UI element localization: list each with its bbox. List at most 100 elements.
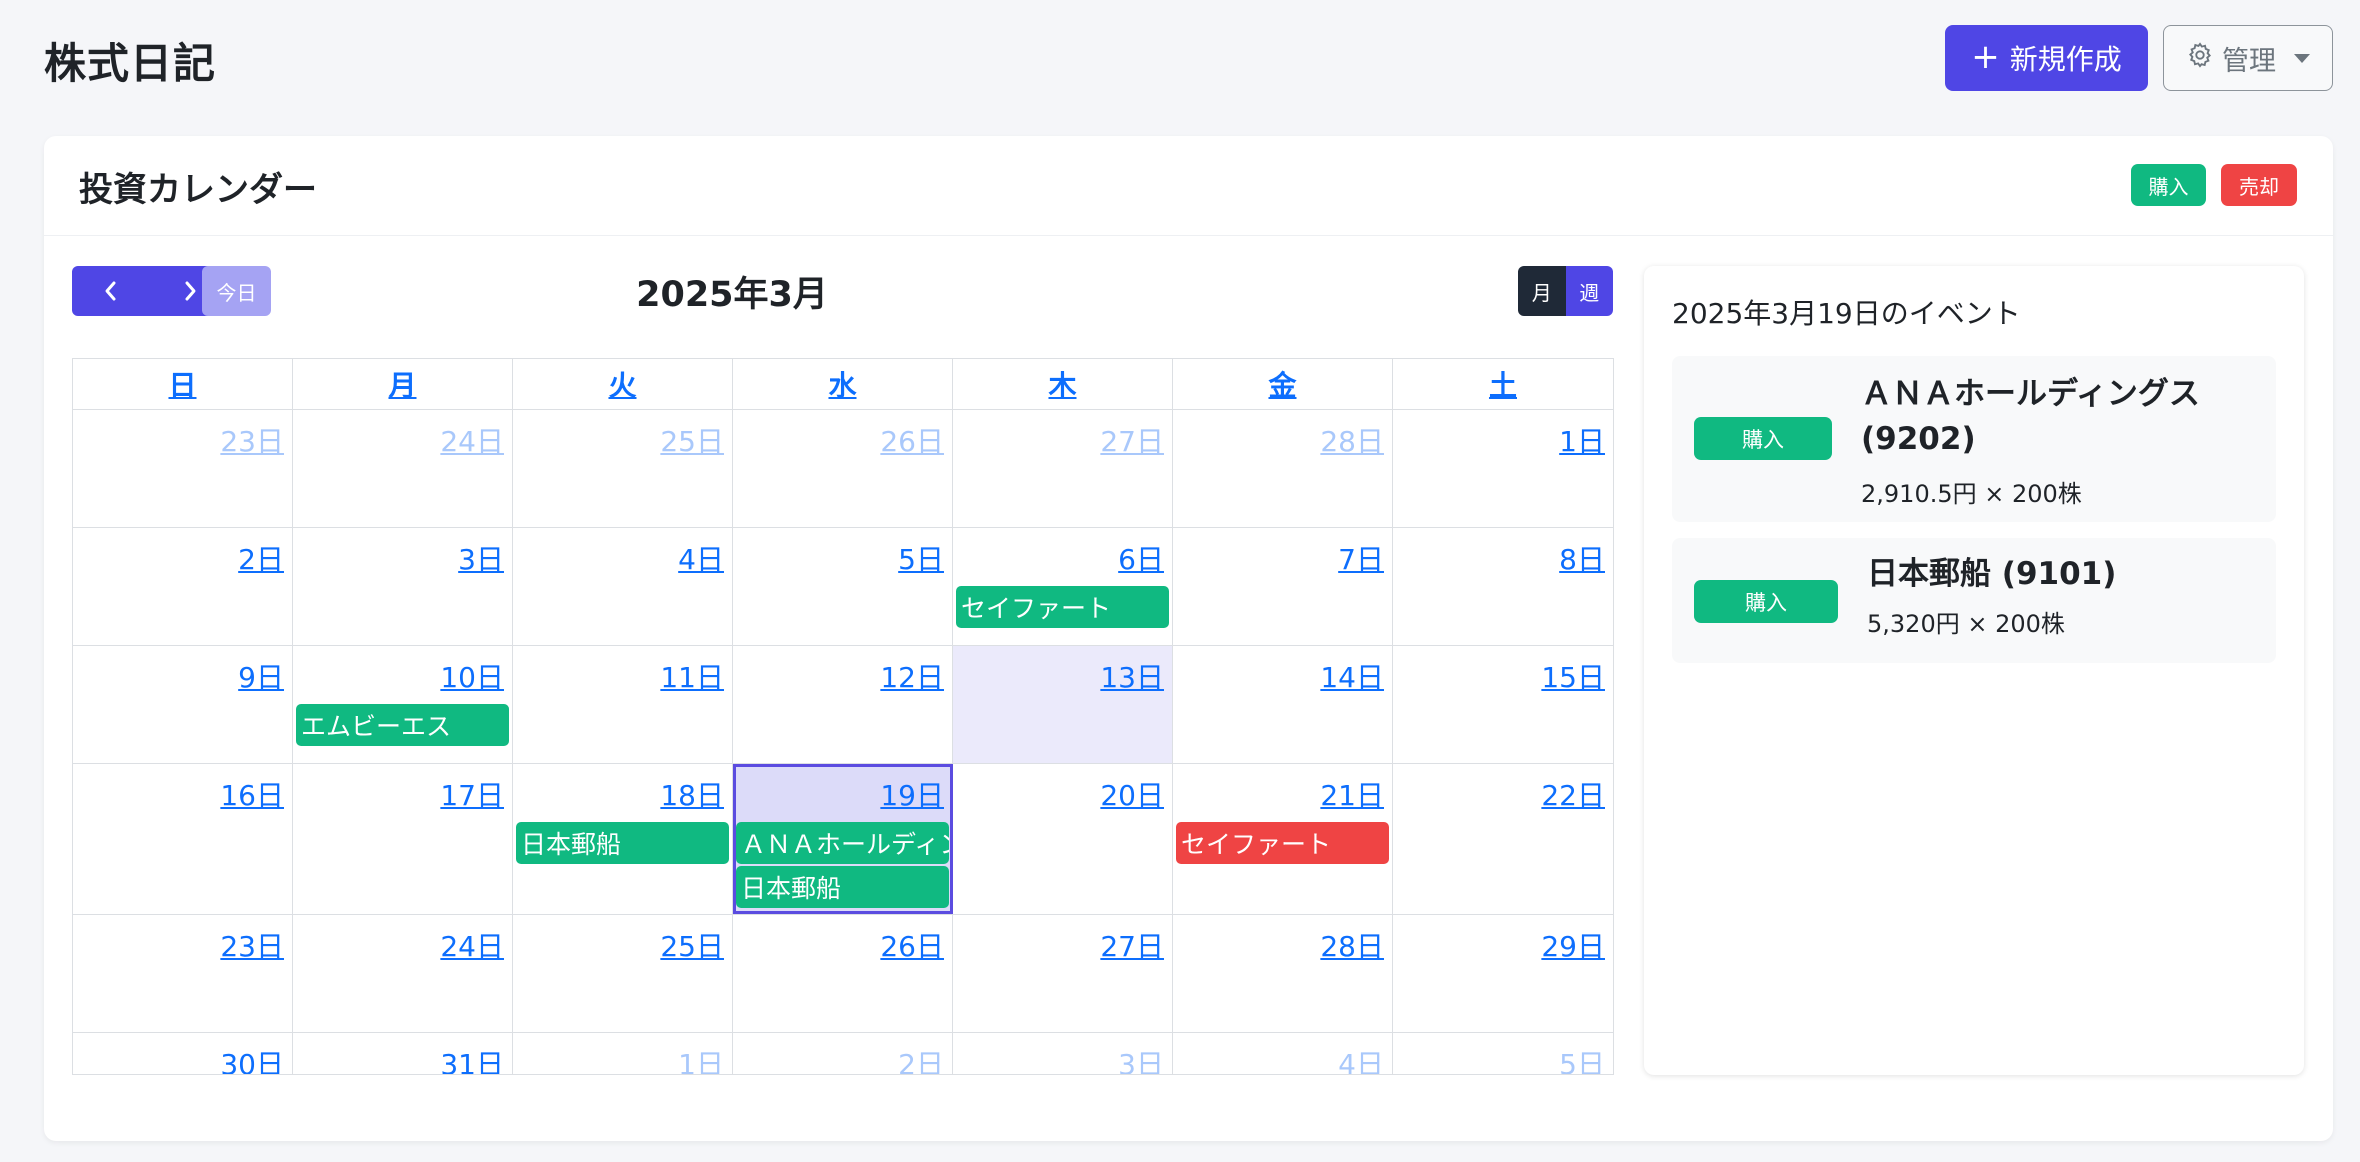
calendar-day-cell[interactable]: 27日 xyxy=(953,410,1173,527)
buy-event-chip[interactable]: 日本郵船 xyxy=(516,822,729,864)
day-number-link[interactable]: 5日 xyxy=(898,538,944,578)
day-number-link[interactable]: 30日 xyxy=(220,1043,284,1074)
calendar-day-cell[interactable]: 29日 xyxy=(1393,915,1613,1032)
day-number-link[interactable]: 25日 xyxy=(660,420,724,460)
calendar-day-cell[interactable]: 16日 xyxy=(73,764,293,914)
weekday-sat[interactable]: 土 xyxy=(1393,359,1613,409)
calendar-day-cell-selected[interactable]: 19日 ＡＮＡホールディングス日本郵船 xyxy=(733,764,953,914)
today-button[interactable]: 今日 xyxy=(202,266,271,316)
day-number-link[interactable]: 28日 xyxy=(1320,420,1384,460)
day-number-link[interactable]: 6日 xyxy=(1118,538,1164,578)
calendar-day-cell[interactable]: 28日 xyxy=(1173,915,1393,1032)
buy-event-chip[interactable]: 日本郵船 xyxy=(736,866,949,908)
day-number-link[interactable]: 3日 xyxy=(458,538,504,578)
day-number-link[interactable]: 26日 xyxy=(880,420,944,460)
calendar-day-cell[interactable]: 1日 xyxy=(513,1033,733,1074)
day-number-link[interactable]: 28日 xyxy=(1320,925,1384,965)
day-number-link[interactable]: 20日 xyxy=(1100,774,1164,814)
calendar-day-cell[interactable]: 23日 xyxy=(73,915,293,1032)
day-number-link[interactable]: 13日 xyxy=(1100,656,1164,696)
weekday-wed[interactable]: 水 xyxy=(733,359,953,409)
day-number-link[interactable]: 27日 xyxy=(1100,925,1164,965)
day-number-link[interactable]: 5日 xyxy=(1559,1043,1605,1074)
day-number-link[interactable]: 23日 xyxy=(220,420,284,460)
day-number-link[interactable]: 8日 xyxy=(1559,538,1605,578)
day-number-link[interactable]: 11日 xyxy=(660,656,724,696)
calendar-day-cell[interactable]: 22日 xyxy=(1393,764,1613,914)
calendar-day-cell[interactable]: 27日 xyxy=(953,915,1173,1032)
calendar-day-cell[interactable]: 12日 xyxy=(733,646,953,763)
calendar-day-cell[interactable]: 8日 xyxy=(1393,528,1613,645)
day-number-link[interactable]: 21日 xyxy=(1320,774,1384,814)
calendar-day-cell[interactable]: 4日 xyxy=(513,528,733,645)
calendar-day-cell[interactable]: 21日セイファート xyxy=(1173,764,1393,914)
new-entry-button[interactable]: + 新規作成 xyxy=(1945,25,2148,91)
day-number-link[interactable]: 2日 xyxy=(238,538,284,578)
admin-dropdown-button[interactable]: 管理 xyxy=(2163,25,2333,91)
month-view-button[interactable]: 月 xyxy=(1518,266,1566,316)
day-number-link[interactable]: 25日 xyxy=(660,925,724,965)
day-number-link[interactable]: 18日 xyxy=(660,774,724,814)
calendar-day-cell[interactable]: 3日 xyxy=(953,1033,1173,1074)
weekday-sun[interactable]: 日 xyxy=(73,359,293,409)
calendar-day-cell[interactable]: 30日 xyxy=(73,1033,293,1074)
day-number-link[interactable]: 29日 xyxy=(1541,925,1605,965)
weekday-fri[interactable]: 金 xyxy=(1173,359,1393,409)
calendar-day-cell[interactable]: 28日 xyxy=(1173,410,1393,527)
calendar-day-cell[interactable]: 24日 xyxy=(293,915,513,1032)
calendar-day-cell[interactable]: 31日 xyxy=(293,1033,513,1074)
calendar-day-cell[interactable]: 23日 xyxy=(73,410,293,527)
day-number-link[interactable]: 15日 xyxy=(1541,656,1605,696)
calendar-day-cell[interactable]: 6日セイファート xyxy=(953,528,1173,645)
day-number-link[interactable]: 17日 xyxy=(440,774,504,814)
day-number-link[interactable]: 16日 xyxy=(220,774,284,814)
day-number-link[interactable]: 23日 xyxy=(220,925,284,965)
buy-event-chip[interactable]: セイファート xyxy=(956,586,1169,628)
calendar-day-cell[interactable]: 26日 xyxy=(733,410,953,527)
calendar-day-cell[interactable]: 17日 xyxy=(293,764,513,914)
calendar-day-cell[interactable]: 3日 xyxy=(293,528,513,645)
weekday-thu[interactable]: 木 xyxy=(953,359,1173,409)
day-number-link[interactable]: 22日 xyxy=(1541,774,1605,814)
day-number-link[interactable]: 1日 xyxy=(1559,420,1605,460)
calendar-day-cell-today[interactable]: 13日 xyxy=(953,646,1173,763)
day-number-link[interactable]: 1日 xyxy=(678,1043,724,1074)
calendar-day-cell[interactable]: 25日 xyxy=(513,410,733,527)
calendar-day-cell[interactable]: 15日 xyxy=(1393,646,1613,763)
weekday-mon[interactable]: 月 xyxy=(293,359,513,409)
day-number-link[interactable]: 3日 xyxy=(1118,1043,1164,1074)
day-number-link[interactable]: 24日 xyxy=(440,420,504,460)
day-number-link[interactable]: 10日 xyxy=(440,656,504,696)
day-number-link[interactable]: 4日 xyxy=(678,538,724,578)
day-number-link[interactable]: 19日 xyxy=(880,774,944,814)
calendar-day-cell[interactable]: 9日 xyxy=(73,646,293,763)
calendar-day-cell[interactable]: 7日 xyxy=(1173,528,1393,645)
calendar-day-cell[interactable]: 2日 xyxy=(73,528,293,645)
calendar-day-cell[interactable]: 24日 xyxy=(293,410,513,527)
day-number-link[interactable]: 2日 xyxy=(898,1043,944,1074)
calendar-day-cell[interactable]: 2日 xyxy=(733,1033,953,1074)
buy-event-chip[interactable]: ＡＮＡホールディングス xyxy=(736,822,949,864)
event-list-item[interactable]: 購入 ＡＮＡホールディングス (9202) 2,910.5円 × 200株 xyxy=(1672,356,2276,522)
calendar-day-cell[interactable]: 11日 xyxy=(513,646,733,763)
calendar-day-cell[interactable]: 10日 エムビーエス xyxy=(293,646,513,763)
day-number-link[interactable]: 7日 xyxy=(1338,538,1384,578)
event-list-item[interactable]: 購入 日本郵船 (9101) 5,320円 × 200株 xyxy=(1672,538,2276,663)
day-number-link[interactable]: 27日 xyxy=(1100,420,1164,460)
calendar-day-cell[interactable]: 5日 xyxy=(733,528,953,645)
week-view-button[interactable]: 週 xyxy=(1565,266,1613,316)
calendar-day-cell[interactable]: 4日 xyxy=(1173,1033,1393,1074)
calendar-day-cell[interactable]: 18日日本郵船 xyxy=(513,764,733,914)
calendar-day-cell[interactable]: 25日 xyxy=(513,915,733,1032)
calendar-day-cell[interactable]: 5日 xyxy=(1393,1033,1613,1074)
weekday-tue[interactable]: 火 xyxy=(513,359,733,409)
day-number-link[interactable]: 12日 xyxy=(880,656,944,696)
sell-event-chip[interactable]: セイファート xyxy=(1176,822,1389,864)
calendar-day-cell[interactable]: 1日 xyxy=(1393,410,1613,527)
day-number-link[interactable]: 4日 xyxy=(1338,1043,1384,1074)
day-number-link[interactable]: 26日 xyxy=(880,925,944,965)
day-number-link[interactable]: 14日 xyxy=(1320,656,1384,696)
day-number-link[interactable]: 9日 xyxy=(238,656,284,696)
calendar-day-cell[interactable]: 26日 xyxy=(733,915,953,1032)
day-number-link[interactable]: 31日 xyxy=(440,1043,504,1074)
